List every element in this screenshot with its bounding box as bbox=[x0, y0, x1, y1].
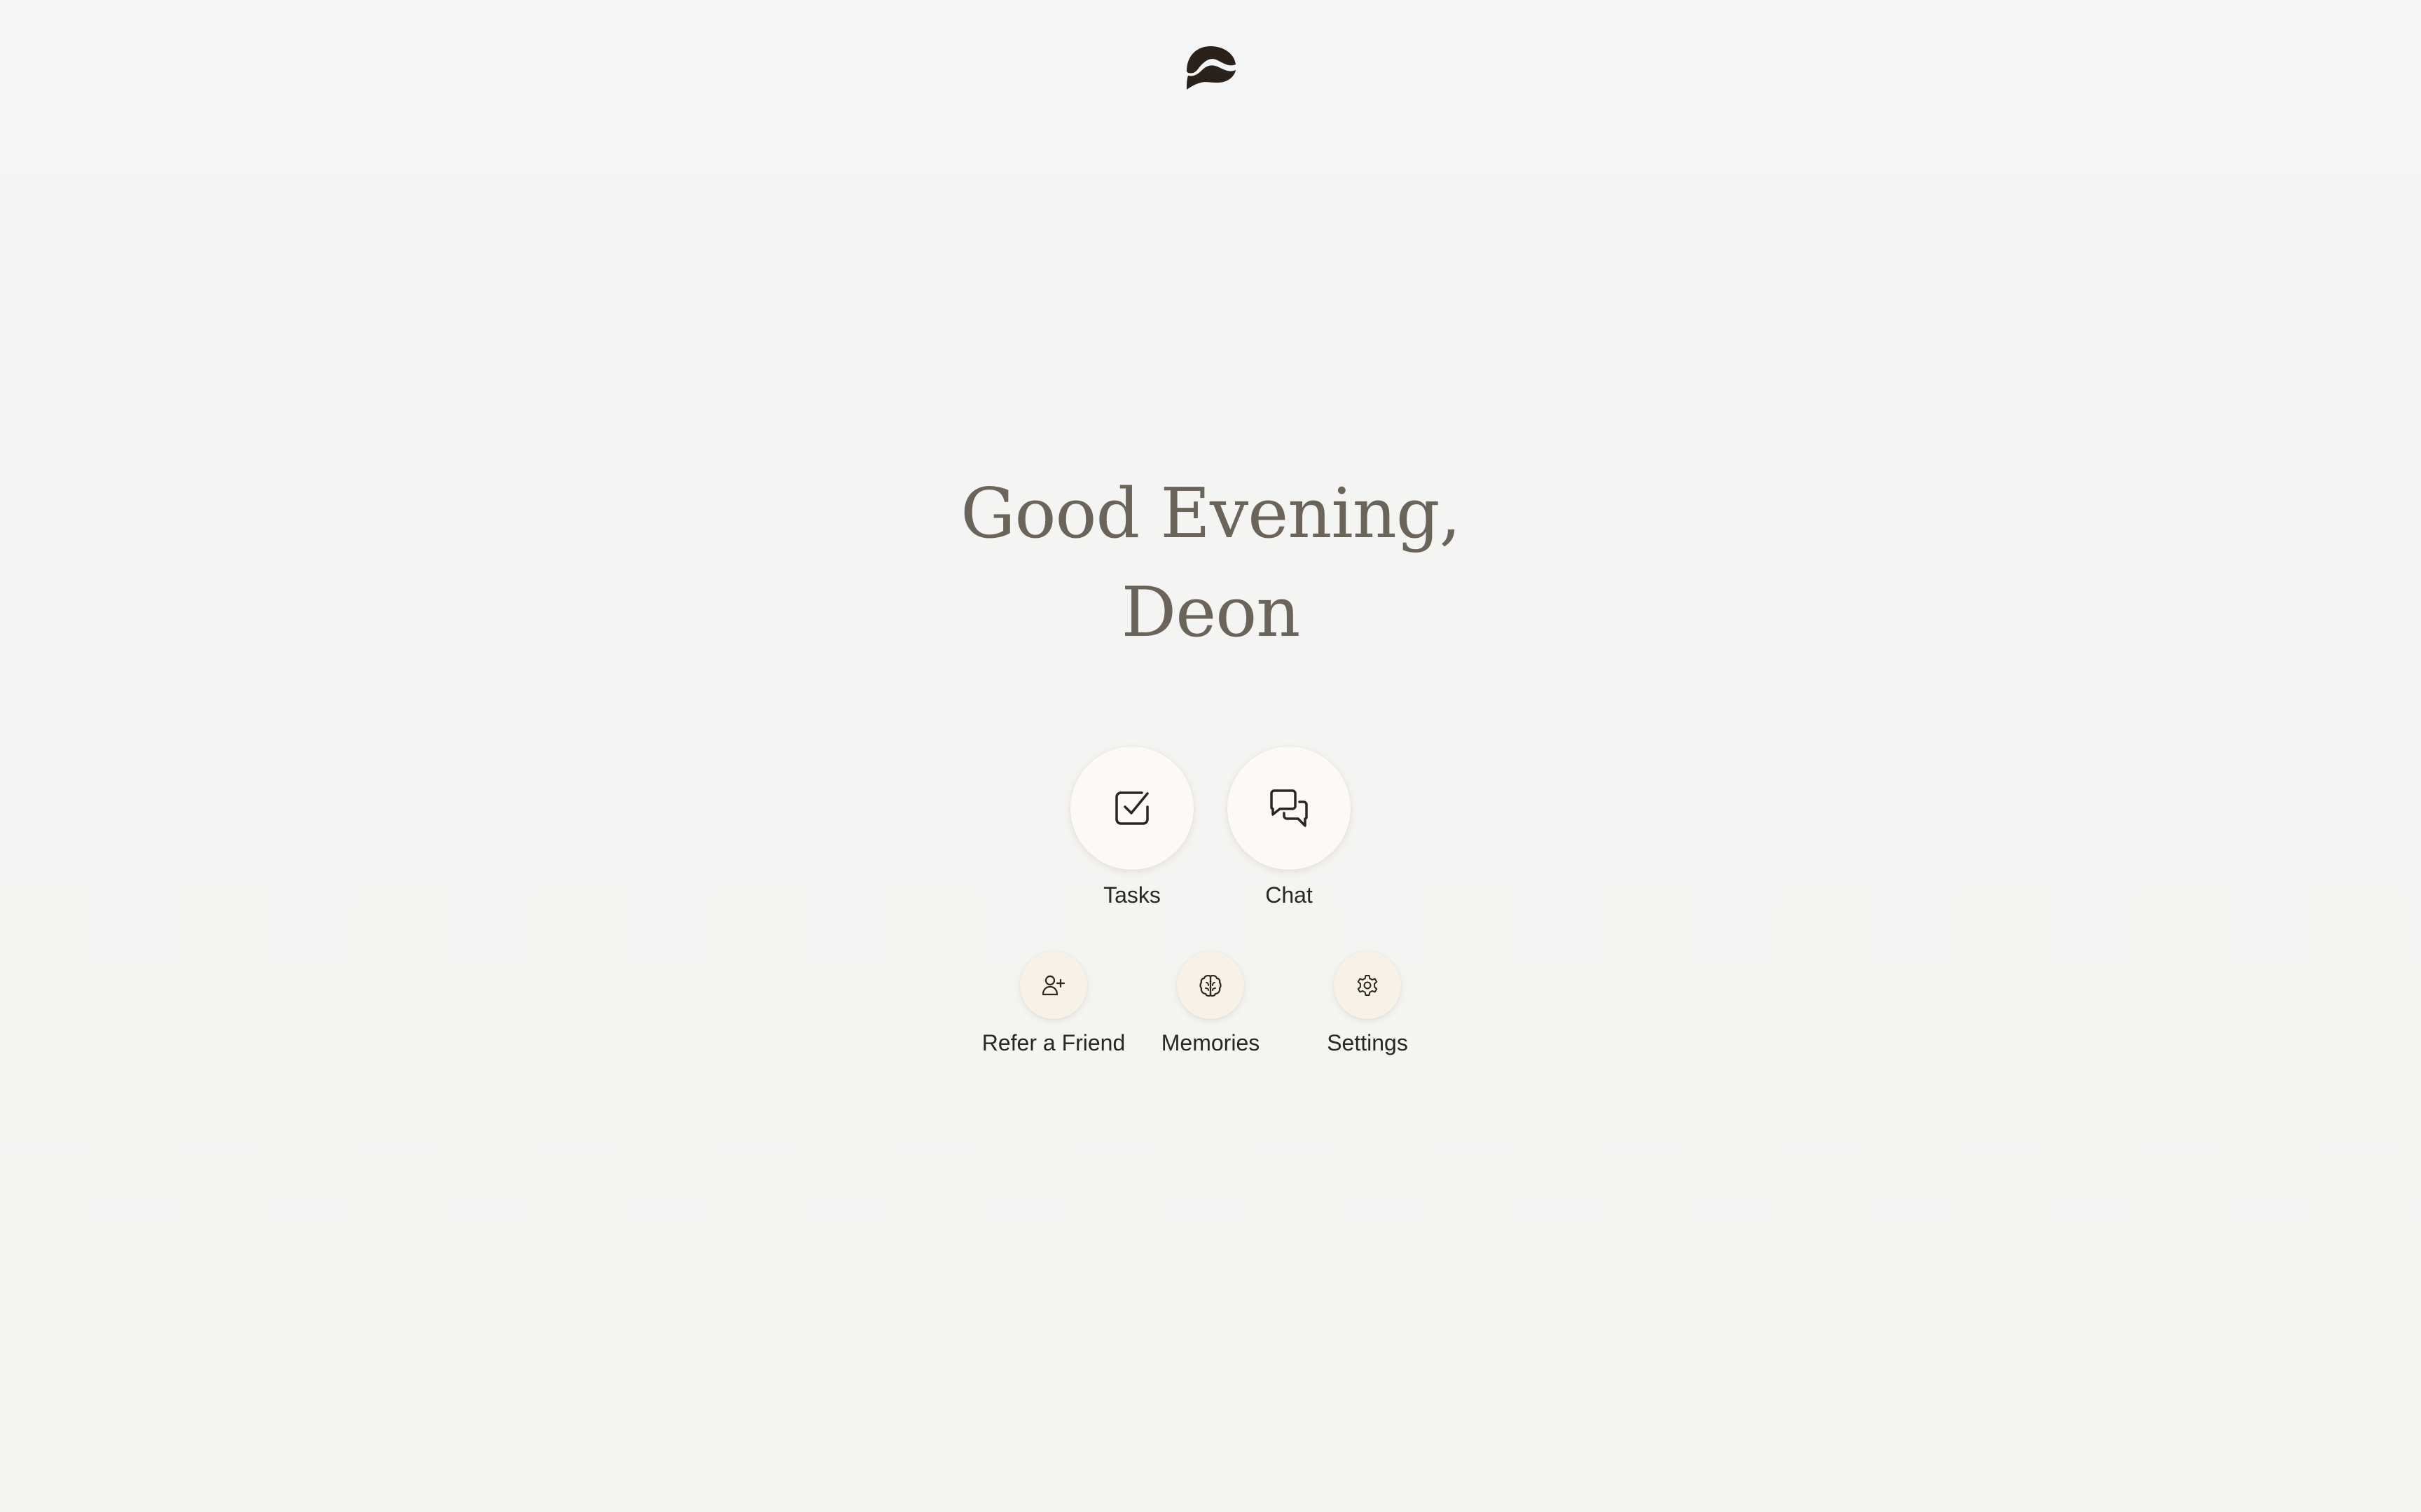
checkbox-icon bbox=[1115, 791, 1149, 825]
greeting-line-1: Good Evening, bbox=[960, 474, 1461, 554]
refer-a-friend-button[interactable] bbox=[1020, 952, 1087, 1019]
refer-a-friend-action[interactable]: Refer a Friend bbox=[963, 952, 1145, 1057]
app-logo-icon bbox=[1187, 46, 1236, 90]
brain-icon bbox=[1199, 974, 1222, 997]
chat-button[interactable] bbox=[1227, 747, 1351, 870]
app-logo bbox=[1184, 43, 1237, 90]
tasks-button[interactable] bbox=[1070, 747, 1194, 870]
greeting-heading: Good Evening, Deon bbox=[0, 465, 2421, 663]
chat-bubbles-icon bbox=[1270, 789, 1308, 827]
gear-icon bbox=[1357, 975, 1378, 996]
refer-a-friend-label: Refer a Friend bbox=[981, 1030, 1126, 1055]
user-plus-icon bbox=[1042, 975, 1065, 996]
settings-label: Settings bbox=[1327, 1030, 1408, 1055]
tasks-label: Tasks bbox=[1103, 882, 1161, 908]
tasks-action[interactable]: Tasks bbox=[1070, 747, 1194, 909]
settings-button[interactable] bbox=[1334, 952, 1401, 1019]
memories-action[interactable]: Memories bbox=[1119, 952, 1302, 1057]
greeting-name: Deon bbox=[1121, 573, 1301, 653]
memories-label: Memories bbox=[1161, 1030, 1260, 1055]
chat-label: Chat bbox=[1265, 882, 1313, 908]
memories-button[interactable] bbox=[1177, 952, 1244, 1019]
settings-action[interactable]: Settings bbox=[1276, 952, 1458, 1057]
chat-action[interactable]: Chat bbox=[1227, 747, 1351, 909]
